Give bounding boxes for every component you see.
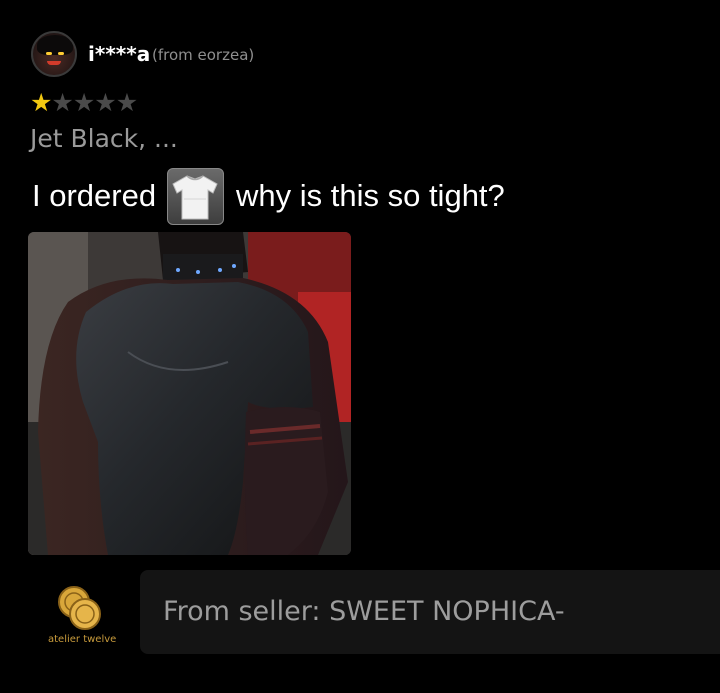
seller-name: atelier twelve	[48, 634, 117, 645]
avatar-eye-left	[46, 52, 52, 55]
reviewer-username: i****a	[88, 42, 151, 66]
avatar-hair	[37, 35, 73, 55]
star-empty-icon: ★	[115, 88, 138, 117]
review-photo-image	[28, 232, 351, 555]
avatar-eye-right	[58, 52, 64, 55]
review-photo[interactable]	[28, 232, 351, 555]
seller-reply-text: From seller: SWEET NOPHICA-	[163, 596, 565, 627]
review-text-part2: why is this so tight?	[236, 178, 505, 213]
star-filled-icon: ★	[30, 88, 52, 117]
reviewer-origin: (from eorzea)	[152, 46, 255, 64]
star-empty-icon: ★	[51, 88, 73, 117]
avatar-mouth	[47, 61, 61, 65]
white-tshirt-icon[interactable]	[167, 168, 224, 225]
reviewer-avatar[interactable]	[31, 31, 77, 77]
star-empty-icon: ★	[72, 88, 95, 117]
rating-stars: ★★★★★	[30, 88, 138, 118]
star-empty-icon: ★	[94, 88, 116, 117]
review-text-part1: I ordered	[32, 178, 157, 213]
product-variant: Jet Black, ...	[30, 124, 178, 153]
tshirt-graphic	[172, 175, 218, 220]
